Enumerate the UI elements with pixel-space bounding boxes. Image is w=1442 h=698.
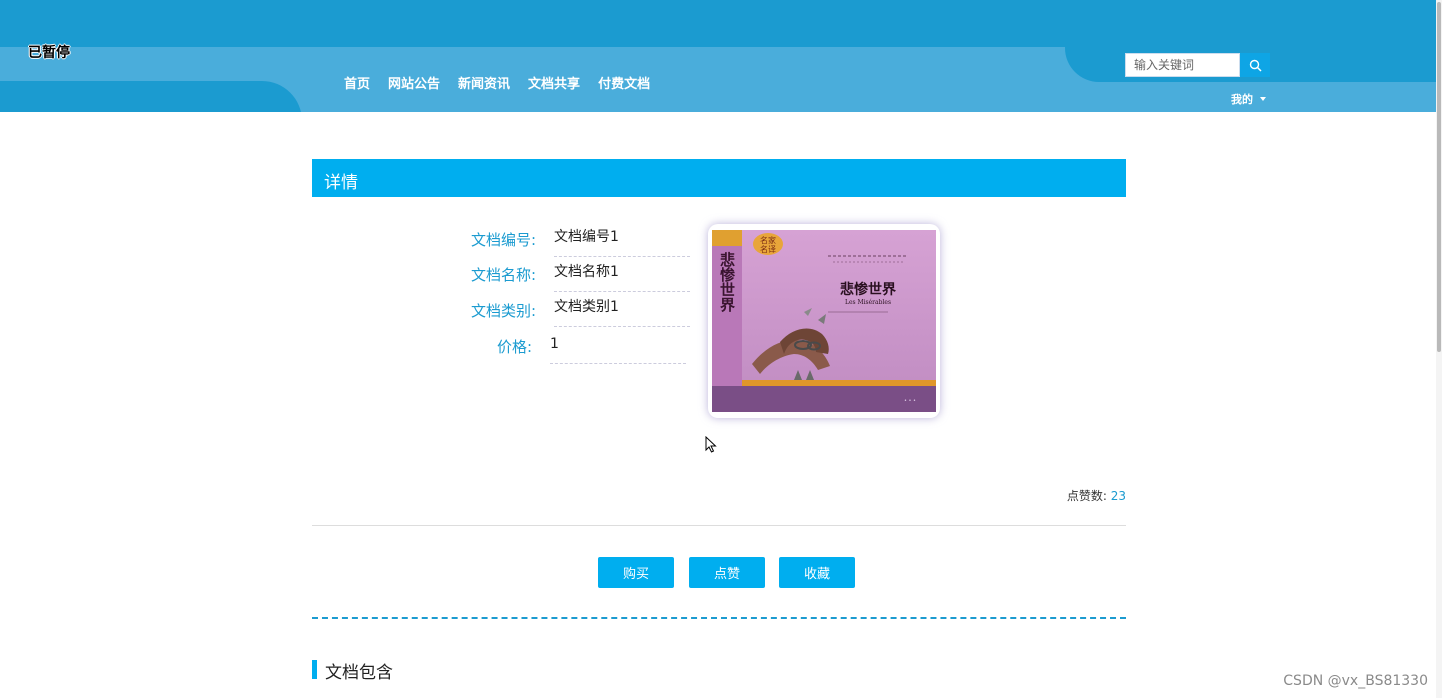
field-value-doc-name: 文档名称1 (554, 262, 690, 292)
watermark-text: CSDN @vx_BS81330 (1283, 673, 1428, 689)
favorite-button[interactable]: 收藏 (779, 557, 855, 588)
nav-item-paid-docs[interactable]: 付费文档 (598, 73, 650, 92)
caret-down-icon (1260, 97, 1266, 101)
nav-item-doc-share[interactable]: 文档共享 (528, 73, 580, 92)
svg-text:• • •: • • • (904, 398, 916, 404)
site-header: 已暂停 首页 网站公告 新闻资讯 文档共享 付费文档 我的 (0, 0, 1442, 112)
main-nav: 首页 网站公告 新闻资讯 文档共享 付费文档 (344, 73, 650, 92)
paused-overlay-text: 已暂停 (28, 45, 70, 61)
search-icon (1249, 59, 1262, 72)
detail-title: 详情 (324, 173, 358, 193)
section-accent-bar (312, 660, 317, 679)
search-button[interactable] (1240, 53, 1270, 77)
mouse-cursor-icon (705, 436, 717, 453)
cover-badge-line2: 名译 (760, 244, 776, 254)
nav-item-news[interactable]: 新闻资讯 (458, 73, 510, 92)
cover-subtitle: Les Misérables (845, 299, 891, 306)
buy-button[interactable]: 购买 (598, 557, 674, 588)
user-menu[interactable]: 我的 (1231, 91, 1266, 107)
field-label-doc-number: 文档编号: (471, 231, 537, 249)
field-value-price: 1 (550, 334, 686, 364)
user-menu-label: 我的 (1231, 93, 1253, 106)
doc-contains-title: 文档包含 (325, 663, 393, 683)
field-value-doc-number: 文档编号1 (554, 227, 690, 257)
dashed-divider (312, 617, 1126, 619)
likes-count: 23 (1110, 489, 1126, 503)
cover-spine-title: 悲惨世界 (718, 251, 736, 313)
likes-count-row: 点赞数: 23 (1067, 487, 1126, 504)
content-divider (312, 525, 1126, 526)
like-button[interactable]: 点赞 (689, 557, 765, 588)
search-box (1125, 53, 1270, 77)
likes-label: 点赞数: (1066, 489, 1107, 503)
cover-title: 悲惨世界 (840, 281, 897, 298)
cover-badge-line1: 名家 (760, 235, 776, 245)
field-label-doc-category: 文档类别: (471, 302, 537, 320)
detail-header-bar: 详情 (312, 159, 1126, 197)
nav-item-announcements[interactable]: 网站公告 (388, 73, 440, 92)
header-left-curve (0, 81, 302, 112)
field-label-price: 价格: (497, 338, 533, 356)
field-value-doc-category: 文档类别1 (554, 297, 690, 327)
document-cover-image: 名家 名译 悲惨世界 悲惨世界 Les Misérables • • • (708, 224, 940, 418)
search-input[interactable] (1125, 53, 1240, 77)
nav-item-home[interactable]: 首页 (344, 73, 370, 92)
field-label-doc-name: 文档名称: (471, 266, 537, 284)
scrollbar-thumb[interactable] (1437, 2, 1441, 352)
